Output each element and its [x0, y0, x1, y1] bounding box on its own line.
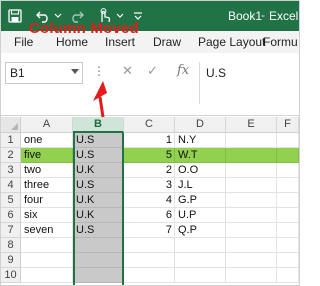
cell-e5[interactable] — [226, 193, 277, 208]
cell-f10[interactable] — [277, 268, 299, 283]
cell-c9[interactable] — [124, 253, 175, 268]
row-header-8[interactable]: 8 — [1, 238, 21, 253]
row-header-10[interactable]: 10 — [1, 268, 21, 283]
cell-d3[interactable]: O.O — [175, 163, 226, 178]
cell-a1[interactable]: one — [21, 133, 73, 148]
tab-page-layout[interactable]: Page Layout — [198, 35, 265, 49]
cell-e3[interactable] — [226, 163, 277, 178]
cell-c7[interactable]: 7 — [124, 223, 175, 238]
cell-e6[interactable] — [226, 208, 277, 223]
cell-e4[interactable] — [226, 178, 277, 193]
cell-f5[interactable] — [277, 193, 299, 208]
cell-f2[interactable] — [277, 148, 299, 163]
cell-d7[interactable]: Q.P — [175, 223, 226, 238]
cell-e10[interactable] — [226, 268, 277, 283]
column-header-a[interactable]: A — [21, 117, 73, 133]
tab-draw[interactable]: Draw — [153, 35, 181, 49]
cell-c4[interactable]: 3 — [124, 178, 175, 193]
formula-value: U.S — [206, 66, 227, 80]
name-box-value: B1 — [10, 66, 25, 80]
row-header-1[interactable]: 1 — [1, 133, 21, 148]
cell-e8[interactable] — [226, 238, 277, 253]
cell-d9[interactable] — [175, 253, 226, 268]
cell-f6[interactable] — [277, 208, 299, 223]
app-name: Excel — [269, 9, 299, 23]
cell-b10[interactable] — [73, 268, 124, 283]
name-box[interactable]: B1 — [5, 62, 83, 84]
row-header-3[interactable]: 3 — [1, 163, 21, 178]
cell-f9[interactable] — [277, 253, 299, 268]
cell-f1[interactable] — [277, 133, 299, 148]
row-header-2[interactable]: 2 — [1, 148, 21, 163]
column-header-e[interactable]: E — [226, 117, 277, 133]
title-separator: - — [261, 8, 265, 22]
tab-formulas[interactable]: Formu — [263, 35, 298, 49]
cell-f3[interactable] — [277, 163, 299, 178]
cell-b6[interactable]: U.K — [73, 208, 124, 223]
cell-a9[interactable] — [21, 253, 73, 268]
formula-input[interactable]: U.S — [199, 62, 299, 104]
cell-f8[interactable] — [277, 238, 299, 253]
column-header-c[interactable]: C — [124, 117, 175, 133]
cell-d5[interactable]: G.P — [175, 193, 226, 208]
worksheet-grid: A B C D E F 1 2 3 4 5 6 7 8 9 10 one U.S… — [1, 117, 299, 285]
cell-b9[interactable] — [73, 253, 124, 268]
cell-a6[interactable]: six — [21, 208, 73, 223]
column-moved-callout: Column Moved — [29, 20, 139, 37]
cell-b1[interactable]: U.S — [73, 133, 124, 148]
cell-a8[interactable] — [21, 238, 73, 253]
cell-d6[interactable]: U.P — [175, 208, 226, 223]
row-header-6[interactable]: 6 — [1, 208, 21, 223]
cell-a2[interactable]: five — [21, 148, 73, 163]
cell-e2[interactable] — [226, 148, 277, 163]
row-header-9[interactable]: 9 — [1, 253, 21, 268]
cell-c1[interactable]: 1 — [124, 133, 175, 148]
cell-a10[interactable] — [21, 268, 73, 283]
cell-f7[interactable] — [277, 223, 299, 238]
cell-c5[interactable]: 4 — [124, 193, 175, 208]
enter-icon[interactable]: ✓ — [147, 64, 158, 78]
column-header-f[interactable]: F — [277, 117, 299, 133]
cell-c8[interactable] — [124, 238, 175, 253]
cell-c3[interactable]: 2 — [124, 163, 175, 178]
cell-b3[interactable]: U.K — [73, 163, 124, 178]
cell-d2[interactable]: W.T — [175, 148, 226, 163]
insert-function-button[interactable]: fx — [177, 64, 189, 78]
cell-a4[interactable]: three — [21, 178, 73, 193]
book-title: Book1 — [228, 9, 263, 23]
cell-a3[interactable]: two — [21, 163, 73, 178]
row-header-4[interactable]: 4 — [1, 178, 21, 193]
cell-a5[interactable]: four — [21, 193, 73, 208]
cell-c2[interactable]: 5 — [124, 148, 175, 163]
cell-d10[interactable] — [175, 268, 226, 283]
cell-e1[interactable] — [226, 133, 277, 148]
cell-d1[interactable]: N.Y — [175, 133, 226, 148]
row-header-7[interactable]: 7 — [1, 223, 21, 238]
chevron-down-icon[interactable] — [71, 69, 79, 74]
formula-bar-dots[interactable]: ⋮ — [93, 64, 105, 78]
cell-e9[interactable] — [226, 253, 277, 268]
cell-b7[interactable]: U.S — [73, 223, 124, 238]
cell-b5[interactable]: U.K — [73, 193, 124, 208]
cell-d4[interactable]: J.L — [175, 178, 226, 193]
select-all-button[interactable] — [1, 117, 21, 133]
cell-a7[interactable]: seven — [21, 223, 73, 238]
select-all-triangle-icon — [11, 123, 18, 130]
column-header-d[interactable]: D — [175, 117, 226, 133]
cell-c10[interactable] — [124, 268, 175, 283]
cell-f4[interactable] — [277, 178, 299, 193]
cell-e7[interactable] — [226, 223, 277, 238]
column-header-b[interactable]: B — [73, 117, 124, 133]
formula-bar: B1 ⋮ ✕ ✓ fx U.S — [1, 53, 299, 116]
cell-c6[interactable]: 6 — [124, 208, 175, 223]
cell-d8[interactable] — [175, 238, 226, 253]
autosave-icon[interactable] — [5, 6, 25, 26]
row-header-5[interactable]: 5 — [1, 193, 21, 208]
cell-b4[interactable]: U.S — [73, 178, 124, 193]
excel-window: Book1 - Excel File Home Insert Draw Page… — [0, 0, 300, 286]
cell-b8[interactable] — [73, 238, 124, 253]
cancel-icon[interactable]: ✕ — [122, 64, 133, 78]
cell-area: one U.S 1 N.Y five U.S 5 W.T two U.K 2 O… — [21, 133, 299, 285]
cell-b2[interactable]: U.S — [73, 148, 124, 163]
